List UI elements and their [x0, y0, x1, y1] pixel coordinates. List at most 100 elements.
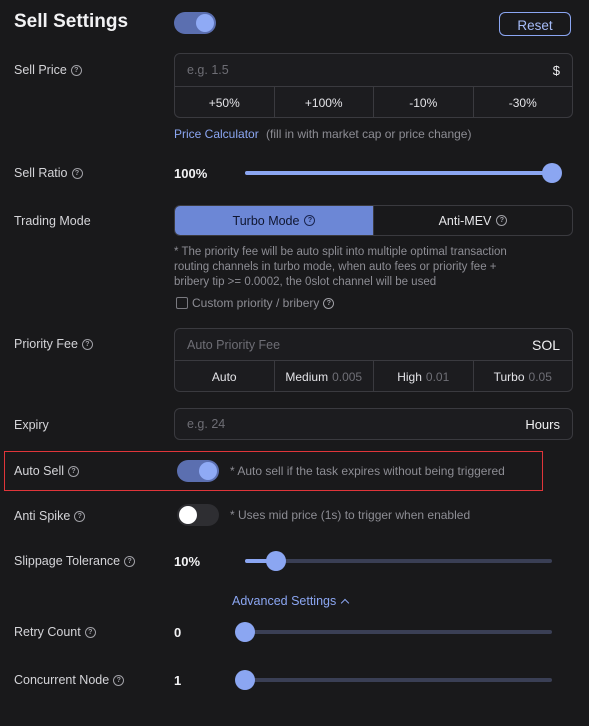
- help-icon[interactable]: ?: [113, 674, 125, 686]
- help-icon[interactable]: ?: [323, 297, 335, 309]
- help-icon[interactable]: ?: [304, 215, 316, 226]
- turbo-mode-label: Turbo Mode: [232, 213, 300, 228]
- slider-thumb[interactable]: [542, 163, 562, 183]
- priority-fee-unit: SOL: [531, 336, 560, 353]
- help-icon[interactable]: ?: [71, 167, 83, 179]
- priority-fee-input[interactable]: Auto Priority Fee SOL: [175, 329, 572, 360]
- slippage-label: Slippage Tolerance ?: [14, 554, 136, 568]
- preset-button[interactable]: +50%: [175, 87, 274, 118]
- anti-spike-toggle[interactable]: [177, 504, 219, 526]
- slider-thumb[interactable]: [235, 622, 255, 642]
- page-title: Sell Settings: [14, 11, 129, 32]
- fee-option-turbo[interactable]: Turbo 0.05: [472, 361, 573, 392]
- fee-option-medium[interactable]: Medium 0.005: [273, 361, 374, 392]
- sell-price-presets: +50% +100% -10% -30%: [175, 86, 572, 118]
- price-calculator-row: Price Calculator (fill in with market ca…: [174, 127, 471, 141]
- sell-ratio-value: 100%: [174, 166, 208, 181]
- trading-mode-selector: Turbo Mode ? Anti-MEV ?: [174, 205, 573, 236]
- trading-mode-label-text: Trading Mode: [14, 214, 91, 228]
- price-calculator-link[interactable]: Price Calculator: [174, 127, 259, 141]
- concurrent-node-slider[interactable]: [235, 670, 552, 690]
- anti-spike-note: * Uses mid price (1s) to trigger when en…: [230, 508, 471, 522]
- slider-thumb[interactable]: [235, 670, 255, 690]
- sell-ratio-slider[interactable]: [245, 163, 562, 183]
- sell-price-label-text: Sell Price: [14, 63, 67, 77]
- concurrent-node-label-text: Concurrent Node: [14, 673, 110, 687]
- concurrent-node-value: 1: [174, 673, 182, 688]
- auto-sell-label-text: Auto Sell: [14, 464, 65, 478]
- priority-fee-label: Priority Fee ?: [14, 337, 93, 351]
- sell-price-placeholder: e.g. 1.5: [187, 63, 229, 77]
- sell-price-box: e.g. 1.5 $ +50% +100% -10% -30%: [174, 53, 573, 118]
- help-icon[interactable]: ?: [496, 215, 508, 226]
- note-line: bribery tip >= 0.0002, the 0slot channel…: [174, 276, 437, 288]
- fee-option-label: Auto: [211, 369, 237, 384]
- slippage-label-text: Slippage Tolerance: [14, 554, 121, 568]
- fee-option-label: Turbo: [493, 369, 525, 384]
- fee-option-value: 0.01: [425, 369, 450, 384]
- sell-price-unit: $: [552, 62, 560, 78]
- retry-count-slider[interactable]: [235, 622, 552, 642]
- concurrent-node-label: Concurrent Node ?: [14, 673, 125, 687]
- anti-mev-tab[interactable]: Anti-MEV ?: [373, 206, 572, 235]
- expiry-unit: Hours: [525, 416, 560, 432]
- slippage-slider[interactable]: [245, 551, 552, 571]
- anti-spike-label: Anti Spike ?: [14, 509, 86, 523]
- custom-priority-checkbox[interactable]: [176, 297, 188, 309]
- slippage-value: 10%: [174, 554, 201, 569]
- help-icon[interactable]: ?: [81, 338, 93, 350]
- trading-mode-label: Trading Mode: [14, 214, 91, 228]
- expiry-label: Expiry: [14, 418, 49, 432]
- chevron-up-icon: [341, 598, 350, 607]
- anti-spike-label-text: Anti Spike: [14, 509, 71, 523]
- priority-fee-placeholder: Auto Priority Fee: [187, 337, 281, 352]
- fee-option-high[interactable]: High 0.01: [373, 361, 473, 392]
- auto-sell-label: Auto Sell ?: [14, 464, 80, 478]
- advanced-settings-label: Advanced Settings: [232, 594, 337, 608]
- custom-priority-label[interactable]: Custom priority / bribery: [192, 296, 319, 310]
- sell-ratio-label-text: Sell Ratio: [14, 166, 68, 180]
- slider-fill: [245, 171, 552, 175]
- sell-price-label: Sell Price ?: [14, 63, 82, 77]
- retry-count-label: Retry Count ?: [14, 625, 96, 639]
- expiry-placeholder: e.g. 24: [187, 417, 226, 431]
- preset-button[interactable]: -10%: [373, 87, 473, 118]
- retry-count-value: 0: [174, 625, 182, 640]
- expiry-input[interactable]: e.g. 24 Hours: [174, 408, 573, 440]
- fee-option-value: 0.005: [332, 369, 363, 384]
- expiry-label-text: Expiry: [14, 418, 49, 432]
- toggle-knob: [179, 506, 197, 524]
- note-line: routing channels in turbo mode, when aut…: [174, 261, 497, 273]
- priority-fee-box: Auto Priority Fee SOL Auto Medium 0.005 H…: [174, 328, 573, 392]
- auto-sell-note: * Auto sell if the task expires without …: [230, 464, 505, 478]
- trading-mode-note: * The priority fee will be auto split in…: [174, 245, 574, 290]
- help-icon[interactable]: ?: [84, 626, 96, 638]
- toggle-knob: [196, 14, 214, 32]
- help-icon[interactable]: ?: [124, 555, 136, 567]
- fee-option-auto[interactable]: Auto: [175, 361, 274, 392]
- retry-count-label-text: Retry Count: [14, 625, 81, 639]
- fee-option-value: 0.05: [528, 369, 552, 384]
- slider-thumb[interactable]: [265, 551, 286, 571]
- sell-settings-toggle[interactable]: [174, 12, 216, 34]
- sell-ratio-label: Sell Ratio ?: [14, 166, 83, 180]
- anti-mev-label: Anti-MEV: [438, 213, 492, 228]
- custom-priority-row: Custom priority / bribery ?: [176, 296, 335, 310]
- fee-option-label: Medium: [285, 369, 329, 384]
- reset-button[interactable]: Reset: [499, 12, 571, 36]
- advanced-settings-toggle[interactable]: Advanced Settings: [232, 594, 350, 608]
- toggle-knob: [199, 462, 217, 480]
- auto-sell-toggle[interactable]: [177, 460, 219, 482]
- note-line: * The priority fee will be auto split in…: [174, 246, 507, 258]
- help-icon[interactable]: ?: [68, 465, 80, 477]
- price-calculator-hint: (fill in with market cap or price change…: [266, 127, 472, 141]
- preset-button[interactable]: -30%: [472, 87, 573, 118]
- fee-option-label: High: [397, 369, 422, 384]
- help-icon[interactable]: ?: [74, 510, 86, 522]
- priority-fee-options: Auto Medium 0.005 High 0.01 Turbo 0.05: [175, 360, 572, 392]
- turbo-mode-tab[interactable]: Turbo Mode ?: [175, 206, 373, 235]
- help-icon[interactable]: ?: [70, 64, 82, 76]
- priority-fee-label-text: Priority Fee: [14, 337, 78, 351]
- preset-button[interactable]: +100%: [273, 87, 374, 118]
- sell-price-input[interactable]: e.g. 1.5 $: [175, 54, 572, 86]
